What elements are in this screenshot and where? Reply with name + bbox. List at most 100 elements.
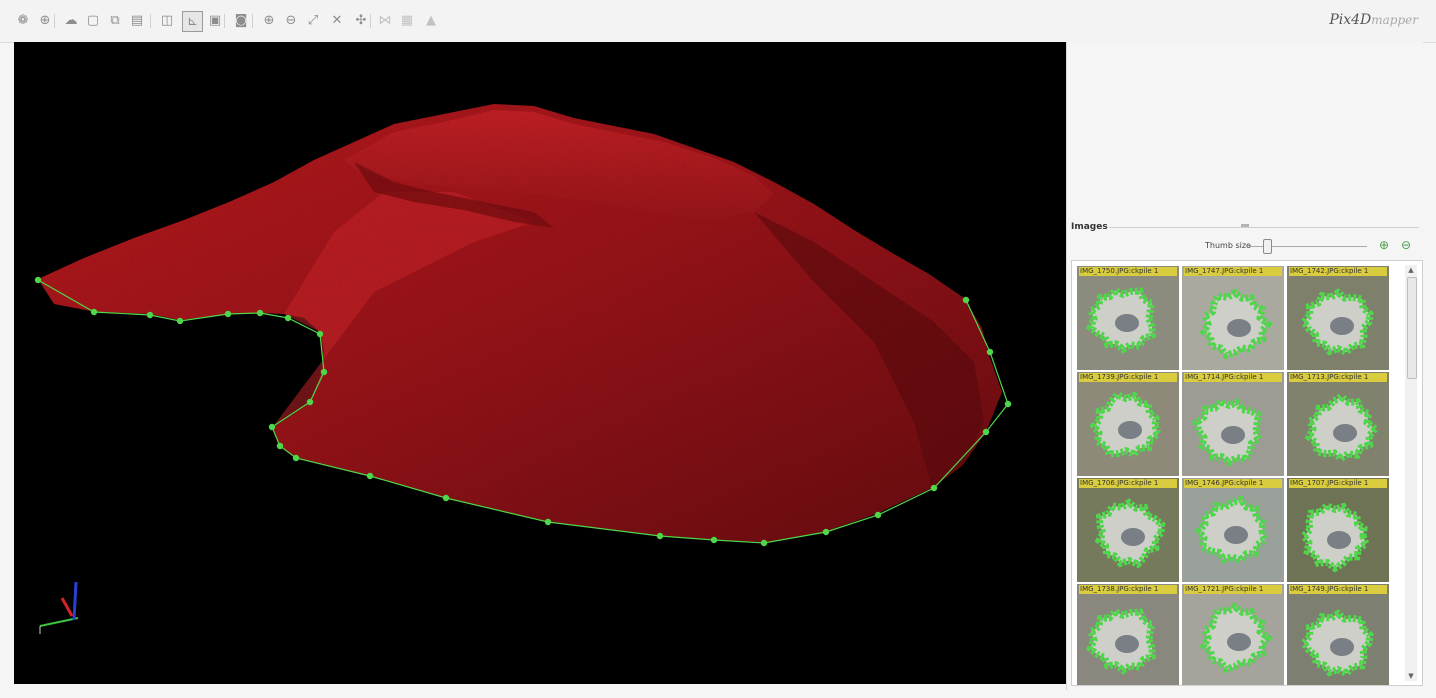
zoom-extent-icon[interactable]: ⤢ — [304, 12, 322, 30]
zoom-in-icon[interactable]: ⊕ — [260, 12, 278, 30]
images-panel-title: Images — [1071, 222, 1108, 232]
document-icon[interactable]: ▤ — [128, 12, 146, 30]
crosshair-icon[interactable]: ⊕ — [36, 12, 54, 30]
scroll-up-icon[interactable]: ▲ — [1405, 265, 1417, 275]
stockpile-shadow-patch — [1115, 635, 1139, 653]
measure-icon: ⋈ — [378, 13, 392, 28]
polygon-vertex[interactable] — [256, 309, 264, 317]
images-scrollbar[interactable]: ▲ ▼ — [1405, 265, 1417, 681]
image-thumbnail[interactable]: IMG_1706.JPG:ckpile 1 — [1077, 478, 1179, 582]
polygon-vertex[interactable] — [544, 518, 552, 526]
image-thumbnail[interactable]: IMG_1742.JPG:ckpile 1 — [1287, 266, 1389, 370]
polygon-vertex[interactable] — [760, 539, 768, 547]
polygon-vertex[interactable] — [442, 494, 450, 502]
polygon-vertex[interactable] — [710, 536, 718, 544]
polygon-vertex[interactable] — [320, 368, 328, 376]
polygon-vertex[interactable] — [930, 484, 938, 492]
thumbnail-caption: IMG_1707.JPG:ckpile 1 — [1289, 479, 1387, 488]
scrollbar-thumb[interactable] — [1407, 277, 1417, 379]
right-panel: Images Thumb size ⊕ ⊖ IMG_1750.JPG:ckpil… — [1066, 42, 1423, 690]
logo-sub: mapper — [1371, 13, 1418, 27]
polygon-vertex[interactable] — [284, 314, 292, 322]
thumbnail-caption: IMG_1721.JPG:ckpile 1 — [1184, 585, 1282, 594]
image-thumbnail[interactable]: IMG_1749.JPG:ckpile 1 — [1287, 584, 1389, 685]
polygon-vertex[interactable] — [656, 532, 664, 540]
thumbnail-caption: IMG_1750.JPG:ckpile 1 — [1079, 267, 1177, 276]
polygon-vertex[interactable] — [874, 511, 882, 519]
navigate-icon[interactable]: ✣ — [352, 12, 370, 30]
toolbar-separator — [370, 14, 371, 28]
images-panel-resize-handle[interactable] — [1241, 224, 1249, 227]
thumbnail-caption: IMG_1739.JPG:ckpile 1 — [1079, 373, 1177, 382]
thumb-size-label: Thumb size — [1205, 241, 1251, 250]
thumbnail-caption: IMG_1746.JPG:ckpile 1 — [1184, 479, 1282, 488]
polygon-vertex[interactable] — [268, 423, 276, 431]
logo-main: Pix4D — [1329, 12, 1372, 28]
polygon-vertex[interactable] — [366, 472, 374, 480]
thumbs-zoom-out-icon[interactable]: ⊖ — [1399, 238, 1413, 252]
stockpile-shadow-patch — [1333, 424, 1357, 442]
axes-view-icon[interactable]: ⊾ — [182, 11, 203, 32]
thumbnail-caption: IMG_1747.JPG:ckpile 1 — [1184, 267, 1282, 276]
toolbar-separator — [150, 14, 151, 28]
image-thumbnail[interactable]: IMG_1738.JPG:ckpile 1 — [1077, 584, 1179, 685]
thumbnail-preview — [1194, 495, 1269, 565]
image-thumbnail[interactable]: IMG_1721.JPG:ckpile 1 — [1182, 584, 1284, 685]
thumbs-zoom-in-icon[interactable]: ⊕ — [1377, 238, 1391, 252]
polygon-vertex[interactable] — [986, 348, 994, 356]
stockpile-shadow-patch — [1221, 426, 1245, 444]
polygon-vertex[interactable] — [90, 308, 98, 316]
stockpile-shadow-patch — [1330, 638, 1354, 656]
polygon-vertex[interactable] — [292, 454, 300, 462]
stockpile-shadow-patch — [1327, 531, 1351, 549]
scroll-down-icon[interactable]: ▼ — [1405, 671, 1417, 681]
thumbnail-preview — [1089, 390, 1163, 459]
thumbnail-preview — [1299, 288, 1374, 357]
thumbnail-preview — [1199, 602, 1274, 674]
polygon-vertex[interactable] — [962, 296, 970, 304]
thumbnail-preview — [1192, 397, 1264, 467]
thumbnail-caption: IMG_1749.JPG:ckpile 1 — [1289, 585, 1387, 594]
pix4d-logo: Pix4Dmapper — [1329, 12, 1418, 28]
stockpile-shadow-patch — [1118, 421, 1142, 439]
layers-icon[interactable]: ❁ — [14, 12, 32, 30]
fit-view-icon[interactable]: ✕ — [328, 12, 346, 30]
toolbar-separator — [252, 14, 253, 28]
polygon-vertex[interactable] — [224, 310, 232, 318]
triangle-icon: ▲ — [426, 13, 436, 28]
image-thumbnail[interactable]: IMG_1747.JPG:ckpile 1 — [1182, 266, 1284, 370]
polygon-vertex[interactable] — [146, 311, 154, 319]
image-thumbnail[interactable]: IMG_1739.JPG:ckpile 1 — [1077, 372, 1179, 476]
stockpile-shadow-patch — [1330, 317, 1354, 335]
image-thumbnail[interactable]: IMG_1713.JPG:ckpile 1 — [1287, 372, 1389, 476]
thumbnail-preview — [1085, 607, 1157, 675]
polygon-vertex[interactable] — [1004, 400, 1012, 408]
image-view-icon[interactable]: ▣ — [206, 12, 224, 30]
thumbnail-caption: IMG_1706.JPG:ckpile 1 — [1079, 479, 1177, 488]
image-thumbnail[interactable]: IMG_1707.JPG:ckpile 1 — [1287, 478, 1389, 582]
polygon-vertex[interactable] — [276, 442, 284, 450]
thumbnail-caption: IMG_1714.JPG:ckpile 1 — [1184, 373, 1282, 382]
polygon-vertex[interactable] — [176, 317, 184, 325]
image-thumbnail[interactable]: IMG_1746.JPG:ckpile 1 — [1182, 478, 1284, 582]
viewport-canvas — [14, 42, 1066, 684]
3d-viewport[interactable] — [14, 42, 1066, 684]
polygon-vertex[interactable] — [34, 276, 42, 284]
polygon-vertex[interactable] — [982, 428, 990, 436]
square-outline-icon[interactable]: ▢ — [84, 12, 102, 30]
thumbnail-preview — [1304, 392, 1380, 463]
grid-icon: ▦ — [400, 13, 414, 28]
polygon-vertex[interactable] — [822, 528, 830, 536]
cloud-icon[interactable]: ☁ — [62, 12, 80, 30]
thumb-size-slider-handle[interactable] — [1263, 239, 1272, 254]
camera-icon[interactable]: ◙ — [232, 12, 250, 30]
polygon-vertex[interactable] — [316, 330, 324, 338]
copy-square-icon[interactable]: ⧉ — [106, 12, 124, 30]
split-view-icon[interactable]: ◫ — [158, 12, 176, 30]
zoom-out-icon[interactable]: ⊖ — [282, 12, 300, 30]
image-thumbnail[interactable]: IMG_1750.JPG:ckpile 1 — [1077, 266, 1179, 370]
toolbar: ❁ ⊕ ☁ ▢ ⧉ ▤ ◫ ⊾ ▣ ◙ ⊕ ⊖ ⤢ ✕ ✣ ⋈ ▦ ▲ Pix4Dmapper — [0, 0, 1436, 43]
polygon-vertex[interactable] — [306, 398, 314, 406]
image-thumbnail[interactable]: IMG_1714.JPG:ckpile 1 — [1182, 372, 1284, 476]
mesh-texture — [14, 42, 1066, 684]
